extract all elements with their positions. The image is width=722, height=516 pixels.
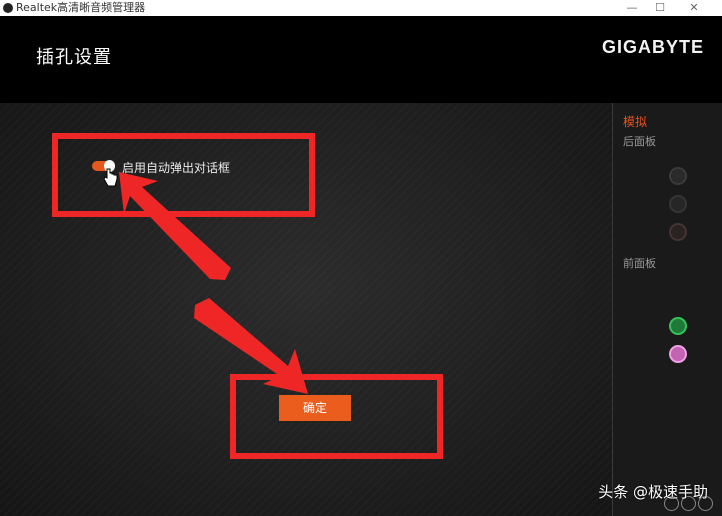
window-title: Realtek高清晰音频管理器 [16, 1, 146, 14]
watermark-text: 头条 @极速手助 [598, 483, 708, 501]
rear-jack-3-icon[interactable] [669, 223, 687, 241]
minimize-button[interactable]: — [618, 0, 646, 16]
analog-section-title: 模拟 [623, 115, 648, 129]
window-titlebar: Realtek高清晰音频管理器 — ☐ ✕ [0, 0, 722, 16]
jack-sidebar: 模拟 后面板 前面板 [612, 103, 722, 516]
front-pink-jack-icon[interactable] [669, 345, 687, 363]
rear-panel-label: 后面板 [623, 135, 656, 148]
rear-jack-2-icon[interactable] [669, 195, 687, 213]
maximize-button[interactable]: ☐ [646, 0, 674, 16]
front-panel-label: 前面板 [623, 257, 656, 270]
dialog-header: 插孔设置 GIGABYTE [0, 16, 722, 103]
page-title: 插孔设置 [36, 47, 112, 68]
rear-jack-1-icon[interactable] [669, 167, 687, 185]
toggle-highlight-box [52, 133, 315, 217]
front-green-jack-icon[interactable] [669, 317, 687, 335]
app-icon [3, 3, 13, 13]
brand-logo: GIGABYTE [601, 37, 704, 57]
close-button[interactable]: ✕ [680, 0, 708, 16]
ok-button-highlight-box [230, 374, 443, 459]
